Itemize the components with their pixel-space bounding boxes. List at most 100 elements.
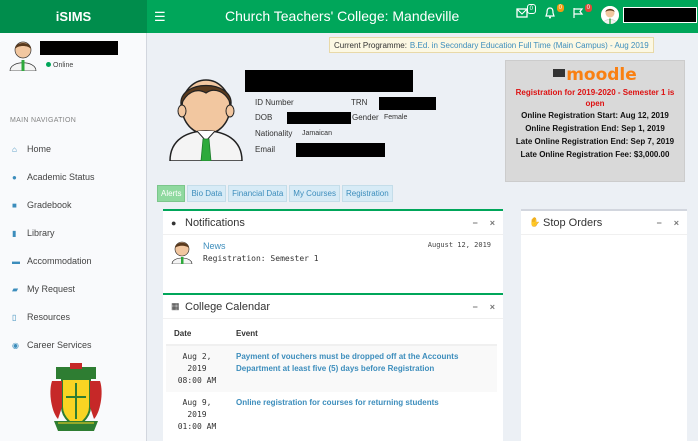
close-icon[interactable]: × xyxy=(490,302,495,312)
sidebar-item-my-request[interactable]: ▰ My Request xyxy=(0,275,147,303)
sidebar-item-label: Library xyxy=(27,228,55,238)
dob-value-redacted xyxy=(287,112,351,124)
tab-financial-data[interactable]: Financial Data xyxy=(228,185,288,202)
stop-orders-header: ✋ Stop Orders − × xyxy=(521,211,687,235)
calendar-table: Date Event Aug 2, 2019 08:00 AM Payment o… xyxy=(166,323,497,438)
info-circle-icon: ● xyxy=(171,217,177,228)
registration-start: Online Registration Start: Aug 12, 2019 xyxy=(521,111,669,120)
calendar-icon: ▦ xyxy=(171,301,180,311)
tab-bio-data[interactable]: Bio Data xyxy=(187,185,227,202)
close-icon[interactable]: × xyxy=(674,218,679,228)
gender-value: Female xyxy=(384,114,408,121)
sidebar-item-accommodation[interactable]: ▬ Accommodation xyxy=(0,247,147,275)
college-calendar-box: ▦ College Calendar − × Date Event Aug 2, … xyxy=(163,293,503,441)
bell-icon[interactable]: 0 xyxy=(544,4,564,23)
calendar-title: College Calendar xyxy=(185,300,270,313)
profile-tabs: Alerts Bio Data Financial Data My Course… xyxy=(157,185,393,202)
notifications-badge: 0 xyxy=(556,4,564,12)
sidebar-item-library[interactable]: ▮ Library xyxy=(0,219,147,247)
event-date: Aug 9, 2019 01:00 AM xyxy=(177,398,217,431)
sidebar: Online MAIN NAVIGATION ⌂ Home ● Academic S… xyxy=(0,33,147,441)
notifications-title: Notifications xyxy=(185,216,245,229)
event-link[interactable]: Payment of vouchers must be dropped off … xyxy=(228,345,497,392)
current-programme-bar: Current Programme: B.Ed. in Secondary Ed… xyxy=(329,37,654,53)
main-menu: ⌂ Home ● Academic Status ■ Gradebook ▮ Libra… xyxy=(0,135,147,359)
sidebar-item-gradebook[interactable]: ■ Gradebook xyxy=(0,191,147,219)
flag-icon[interactable]: 0 xyxy=(572,4,592,23)
user-panel: Online xyxy=(8,39,143,71)
programme-value: B.Ed. in Secondary Education Full Time (… xyxy=(409,40,649,50)
tab-alerts[interactable]: Alerts xyxy=(157,185,186,202)
id-number-label: ID Number xyxy=(255,98,294,107)
hamburger-icon[interactable]: ☰ xyxy=(154,9,166,25)
profile-avatar-icon xyxy=(169,79,243,161)
user-avatar-icon xyxy=(601,6,619,24)
trn-label: TRN xyxy=(351,98,368,107)
moodle-registration-panel[interactable]: moodle Registration for 2019-2020 - Seme… xyxy=(505,60,685,182)
registration-open-notice: Registration for 2019-2020 - Semester 1 … xyxy=(515,88,675,108)
registration-end: Online Registration End: Sep 1, 2019 xyxy=(525,124,665,133)
truck-icon: ▰ xyxy=(12,284,19,294)
programme-label: Current Programme: xyxy=(334,40,407,50)
college-title: Church Teachers' College: Mandeville xyxy=(225,8,460,24)
pin-icon: ◉ xyxy=(12,340,19,350)
hand-stop-icon: ✋ xyxy=(529,217,541,227)
event-link[interactable]: Online registration for courses for retu… xyxy=(228,392,497,438)
sidebar-item-home[interactable]: ⌂ Home xyxy=(0,135,147,163)
late-registration-end: Late Online Registration End: Sep 7, 201… xyxy=(515,137,675,146)
email-label: Email xyxy=(255,145,276,154)
sidebar-item-label: My Request xyxy=(27,284,76,294)
notifications-header: ● Notifications − × xyxy=(163,211,503,235)
main-content: Current Programme: B.Ed. in Secondary Ed… xyxy=(148,33,698,441)
info-icon: ● xyxy=(12,172,17,182)
nationality-label: Nationality xyxy=(255,129,293,138)
moodle-logo: moodle xyxy=(506,65,684,85)
file-icon: ▯ xyxy=(12,312,17,322)
dob-label: DOB xyxy=(255,113,273,122)
book-icon: ■ xyxy=(12,200,17,210)
date-column-header: Date xyxy=(166,323,228,346)
online-status: Online xyxy=(46,62,73,69)
online-dot-icon xyxy=(46,62,51,67)
sidebar-item-label: Gradebook xyxy=(27,200,72,210)
late-registration-fee: Late Online Registration Fee: $3,000.00 xyxy=(520,150,670,159)
nationality-value: Jamaican xyxy=(302,130,332,137)
app-logo[interactable]: iSIMS xyxy=(0,0,147,33)
minimize-icon[interactable]: − xyxy=(472,302,477,312)
sidebar-item-label: Academic Status xyxy=(27,172,95,182)
user-name-redacted xyxy=(623,7,697,23)
tasks-badge: 0 xyxy=(584,4,592,12)
sidebar-item-label: Resources xyxy=(27,312,71,322)
event-column-header: Event xyxy=(228,323,497,346)
minimize-icon[interactable]: − xyxy=(656,218,661,228)
user-avatar-icon xyxy=(9,41,37,71)
user-menu[interactable] xyxy=(601,6,697,24)
news-avatar-icon xyxy=(171,241,193,264)
news-link[interactable]: News xyxy=(203,241,226,251)
home-icon: ⌂ xyxy=(12,144,17,154)
table-row: Aug 2, 2019 08:00 AM Payment of vouchers … xyxy=(166,345,497,392)
nav-header: MAIN NAVIGATION xyxy=(10,117,77,124)
bed-icon: ▬ xyxy=(12,256,20,266)
table-row: Aug 9, 2019 01:00 AM Online registration … xyxy=(166,392,497,438)
tab-registration[interactable]: Registration xyxy=(341,185,393,202)
minimize-icon[interactable]: − xyxy=(472,218,477,228)
stop-orders-box: ✋ Stop Orders − × xyxy=(521,209,687,441)
top-navbar: iSIMS ☰ Church Teachers' College: Mandev… xyxy=(0,0,698,33)
gender-label: Gender xyxy=(352,113,379,122)
messages-badge: 0 xyxy=(526,4,536,14)
graduation-cap-icon xyxy=(553,69,566,77)
news-text: Registration: Semester 1 xyxy=(203,254,319,263)
stop-orders-title: Stop Orders xyxy=(543,216,603,229)
sidebar-item-academic-status[interactable]: ● Academic Status xyxy=(0,163,147,191)
sidebar-item-label: Accommodation xyxy=(27,256,92,266)
sidebar-item-career-services[interactable]: ◉ Career Services xyxy=(0,331,147,359)
close-icon[interactable]: × xyxy=(490,218,495,228)
tab-my-courses[interactable]: My Courses xyxy=(289,185,340,202)
sidebar-item-resources[interactable]: ▯ Resources xyxy=(0,303,147,331)
sidebar-item-label: Home xyxy=(27,144,52,154)
profile-name-redacted xyxy=(245,70,413,92)
messages-icon[interactable]: 0 xyxy=(516,4,536,23)
calendar-header: ▦ College Calendar − × xyxy=(163,295,503,319)
email-value-redacted xyxy=(296,143,385,157)
